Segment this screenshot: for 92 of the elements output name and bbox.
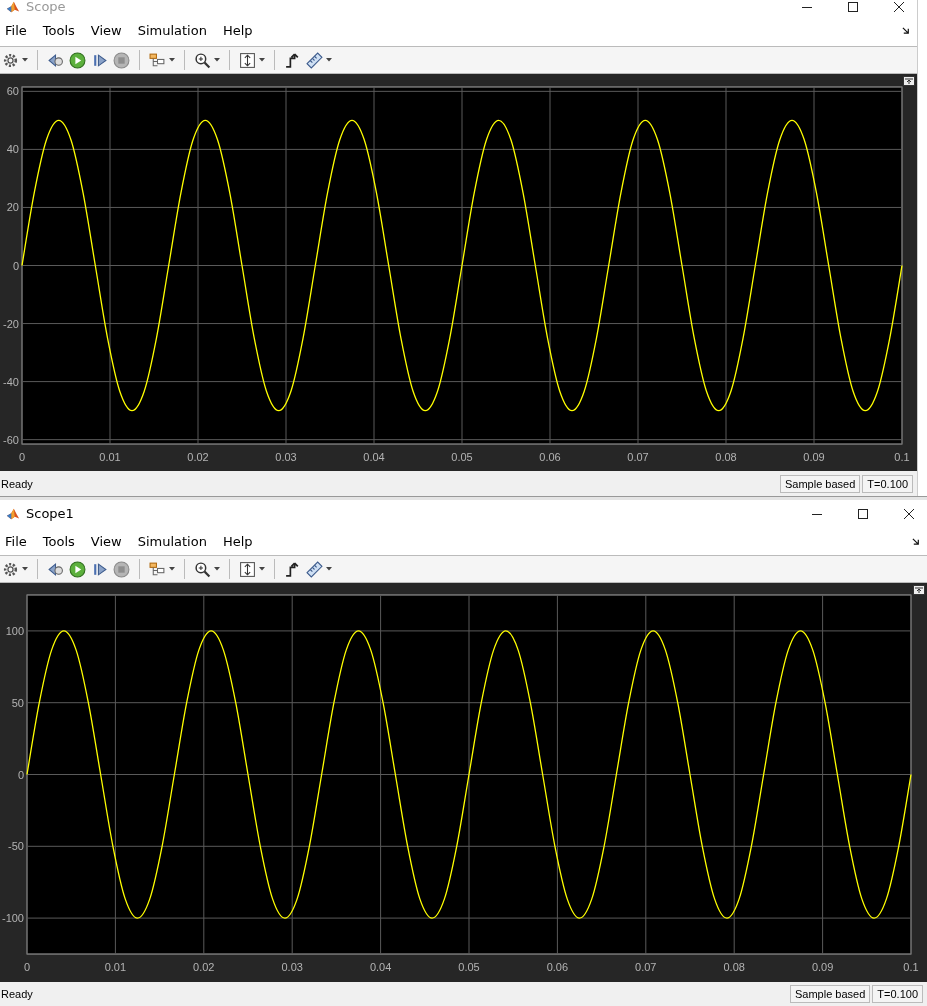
menu-item[interactable]: File <box>5 534 33 549</box>
menu-item[interactable]: File <box>5 22 33 38</box>
x-tick-label: 0.09 <box>803 451 825 463</box>
x-tick-label: 0.05 <box>458 961 480 973</box>
stop-icon[interactable] <box>113 560 130 578</box>
stop-icon[interactable] <box>113 51 130 69</box>
settings-icon[interactable] <box>2 560 19 578</box>
x-tick-label: 0.02 <box>187 451 209 463</box>
signal-tree-icon[interactable] <box>149 51 166 69</box>
y-tick-label: 0 <box>17 768 24 781</box>
caret-icon[interactable] <box>326 567 332 571</box>
x-tick-label: 0.03 <box>281 961 303 973</box>
menu-item[interactable]: View <box>90 534 128 549</box>
x-tick-label: 0.1 <box>894 451 910 463</box>
y-tick-label: -60 <box>3 433 19 446</box>
ruler-icon[interactable] <box>306 51 323 69</box>
status-text: Ready <box>0 477 33 490</box>
autoscale-icon[interactable] <box>239 560 256 578</box>
zoom-icon[interactable] <box>194 51 211 69</box>
maximize-axes-icon[interactable] <box>903 76 915 86</box>
step-back-icon[interactable] <box>47 51 64 69</box>
status-field: T=0.100 <box>872 985 923 1003</box>
caret-icon[interactable] <box>22 58 28 62</box>
step-forward-icon[interactable] <box>91 51 108 69</box>
caret-icon[interactable] <box>169 567 175 571</box>
close-icon[interactable] <box>903 508 915 520</box>
trigger-icon[interactable] <box>284 560 301 578</box>
undock-arrow-icon[interactable] <box>912 537 921 546</box>
x-tick-label: 0.1 <box>903 961 919 973</box>
caret-icon[interactable] <box>259 567 265 571</box>
matlab-logo-icon <box>6 0 20 14</box>
x-tick-label: 0.02 <box>193 961 215 973</box>
caret-icon[interactable] <box>22 567 28 571</box>
x-tick-label: 0.01 <box>104 961 127 973</box>
status-field: Sample based <box>790 985 871 1003</box>
x-tick-label: 0.06 <box>546 961 569 973</box>
x-tick-label: 0.08 <box>723 961 745 973</box>
y-tick-label: 50 <box>11 696 24 709</box>
close-icon[interactable] <box>893 1 905 13</box>
caret-icon[interactable] <box>169 58 175 62</box>
matlab-logo-icon <box>6 507 20 521</box>
autoscale-icon[interactable] <box>239 51 256 69</box>
x-tick-label: 0.01 <box>99 451 121 463</box>
run-icon[interactable] <box>69 560 86 578</box>
y-tick-label: 40 <box>6 143 19 156</box>
y-tick-label: -20 <box>3 317 19 330</box>
x-tick-label: 0.07 <box>627 451 649 463</box>
x-tick-label: 0.05 <box>451 451 473 463</box>
menu-item[interactable]: Tools <box>42 22 81 38</box>
menu-item[interactable]: Help <box>222 22 259 38</box>
x-tick-label: 0 <box>18 451 26 463</box>
x-tick-label: 0.07 <box>635 961 657 973</box>
window-title: Scope <box>26 0 66 14</box>
status-text: Ready <box>0 988 33 1000</box>
status-field: Sample based <box>780 474 861 493</box>
maximize-axes-icon[interactable] <box>913 585 925 595</box>
trigger-icon[interactable] <box>284 51 301 69</box>
zoom-icon[interactable] <box>194 560 211 578</box>
menu-item[interactable]: Simulation <box>137 534 213 549</box>
x-tick-label: 0.09 <box>811 961 834 973</box>
x-tick-label: 0 <box>23 961 31 973</box>
maximize-icon[interactable] <box>857 508 869 520</box>
step-back-icon[interactable] <box>47 560 64 578</box>
y-tick-label: 20 <box>6 201 19 214</box>
status-field: T=0.100 <box>862 474 913 493</box>
y-tick-label: 60 <box>6 85 19 98</box>
settings-icon[interactable] <box>2 51 19 69</box>
y-tick-label: 0 <box>12 259 19 272</box>
ruler-icon[interactable] <box>306 560 323 578</box>
window-title: Scope1 <box>26 507 74 521</box>
x-tick-label: 0.06 <box>539 451 561 463</box>
y-tick-label: -50 <box>8 840 24 853</box>
caret-icon[interactable] <box>214 58 220 62</box>
x-tick-label: 0.08 <box>715 451 737 463</box>
menu-item[interactable]: Help <box>222 534 259 549</box>
undock-arrow-icon[interactable] <box>902 25 911 35</box>
caret-icon[interactable] <box>326 58 332 62</box>
caret-icon[interactable] <box>259 58 265 62</box>
menu-item[interactable]: Simulation <box>137 22 213 38</box>
menu-item[interactable]: Tools <box>42 534 81 549</box>
maximize-icon[interactable] <box>847 1 859 13</box>
x-tick-label: 0.04 <box>369 961 392 973</box>
y-tick-label: -40 <box>3 375 19 388</box>
x-tick-label: 0.03 <box>275 451 297 463</box>
y-tick-label: -100 <box>1 912 24 925</box>
run-icon[interactable] <box>69 51 86 69</box>
x-tick-label: 0.04 <box>363 451 385 463</box>
menu-item[interactable]: View <box>90 22 128 38</box>
caret-icon[interactable] <box>214 567 220 571</box>
y-tick-label: 100 <box>5 624 24 637</box>
step-forward-icon[interactable] <box>91 560 108 578</box>
signal-tree-icon[interactable] <box>149 560 166 578</box>
